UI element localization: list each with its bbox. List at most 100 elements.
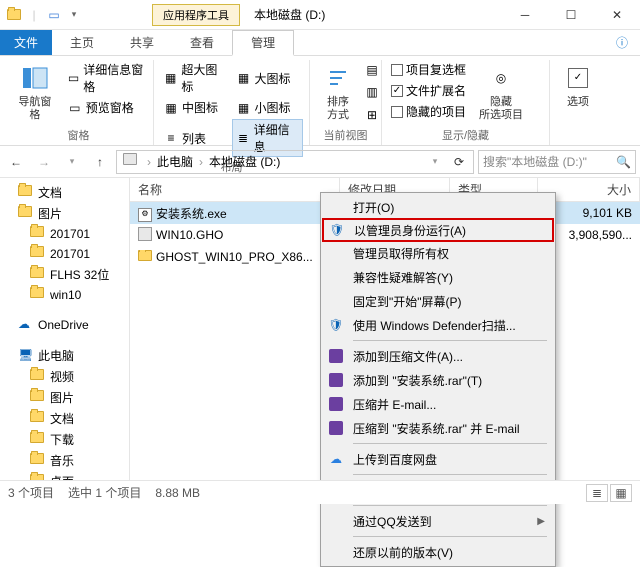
file-icon: ⚙ xyxy=(138,205,152,222)
menu-item-icon xyxy=(327,512,345,530)
tab-file[interactable]: 文件 xyxy=(0,30,52,55)
menu-item[interactable]: 管理员取得所有权 xyxy=(323,241,553,265)
addr-dd-icon[interactable]: ▾ xyxy=(423,150,447,174)
menu-item[interactable]: 压缩到 "安装系统.rar" 并 E-mail xyxy=(323,416,553,440)
fit-icon[interactable]: ⊞ xyxy=(364,107,380,123)
file-icon xyxy=(138,250,152,264)
folder-icon xyxy=(30,246,46,262)
window-title: 本地磁盘 (D:) xyxy=(254,6,325,23)
context-tab[interactable]: 应用程序工具 xyxy=(152,4,240,26)
folder-icon xyxy=(30,369,46,385)
qat-props-icon[interactable]: ▭ xyxy=(46,7,62,23)
menu-item-icon xyxy=(327,419,345,437)
forward-button[interactable]: → xyxy=(32,150,56,174)
group-showhide: 显示/隐藏 xyxy=(388,125,543,145)
tree-onedrive[interactable]: ☁OneDrive xyxy=(0,315,129,335)
group-currentview: 当前视图 xyxy=(316,125,375,145)
tree-item[interactable]: FLHS 32位 xyxy=(0,264,129,285)
menu-item[interactable]: 🛡使用 Windows Defender扫描... xyxy=(323,313,553,337)
tree-item[interactable]: 201701 xyxy=(0,244,129,264)
layout-xl-icons[interactable]: ▦超大图标 xyxy=(160,60,231,96)
titlebar: | ▭ ▾ 应用程序工具 本地磁盘 (D:) ─ ☐ ✕ xyxy=(0,0,640,30)
menu-item[interactable]: 添加到压缩文件(A)... xyxy=(323,344,553,368)
menu-separator xyxy=(353,505,547,506)
menu-item-icon: ☁ xyxy=(327,450,345,468)
tree-item[interactable]: 图片 xyxy=(0,203,129,224)
menu-item[interactable]: 打开(O) xyxy=(323,195,553,219)
pc-icon: 🖥 xyxy=(18,348,34,364)
cols-icon[interactable]: ▥ xyxy=(364,84,380,100)
preview-pane-option[interactable]: ▭预览窗格 xyxy=(64,98,147,117)
tab-view[interactable]: 查看 xyxy=(172,30,232,55)
back-button[interactable]: ← xyxy=(4,150,28,174)
menu-item[interactable]: 添加到 "安装系统.rar"(T) xyxy=(323,368,553,392)
tree-item[interactable]: 视频 xyxy=(0,366,129,387)
chk-extensions[interactable]: ✓文件扩展名 xyxy=(388,81,469,100)
nav-tree[interactable]: 文档图片201701201701FLHS 32位win10☁OneDrive🖥此… xyxy=(0,178,130,488)
options-button[interactable]: ✓ 选项 xyxy=(556,60,600,141)
menu-item[interactable]: ☁上传到百度网盘 xyxy=(323,447,553,471)
layout-s-icons[interactable]: ▦小图标 xyxy=(233,98,304,117)
minimize-button[interactable]: ─ xyxy=(502,0,548,30)
view-details-icon[interactable]: ≣ xyxy=(586,484,608,502)
menu-item-icon xyxy=(327,244,345,262)
tree-item[interactable]: 文档 xyxy=(0,182,129,203)
menu-item[interactable]: 固定到"开始"屏幕(P) xyxy=(323,289,553,313)
crumb-pc[interactable]: 此电脑 xyxy=(153,153,197,170)
menu-item-icon xyxy=(327,268,345,286)
folder-icon xyxy=(30,390,46,406)
chevron-right-icon[interactable]: › xyxy=(197,155,205,169)
group-icon[interactable]: ▤ xyxy=(364,62,380,78)
menu-item[interactable]: 🛡以管理员身份运行(A) xyxy=(322,218,554,242)
detail-pane-option[interactable]: ▭详细信息窗格 xyxy=(64,60,147,96)
maximize-button[interactable]: ☐ xyxy=(548,0,594,30)
folder-icon xyxy=(18,185,34,201)
layout-m-icons[interactable]: ▦中图标 xyxy=(160,98,231,117)
tab-manage[interactable]: 管理 xyxy=(232,30,294,56)
menu-separator xyxy=(353,340,547,341)
close-button[interactable]: ✕ xyxy=(594,0,640,30)
ribbon-help-icon[interactable]: ⓘ xyxy=(604,30,640,55)
view-large-icon[interactable]: ▦ xyxy=(610,484,632,502)
tab-share[interactable]: 共享 xyxy=(112,30,172,55)
folder-icon xyxy=(30,226,46,242)
menu-item-icon xyxy=(327,292,345,310)
chevron-right-icon[interactable]: › xyxy=(145,155,153,169)
options-icon: ✓ xyxy=(562,62,594,94)
nav-pane-button[interactable]: 导航窗格 xyxy=(10,60,60,125)
qat-dd-icon[interactable]: ▾ xyxy=(66,7,82,23)
group-panes: 窗格 xyxy=(10,125,147,145)
search-input[interactable]: 搜索"本地磁盘 (D:)"🔍 xyxy=(478,150,636,174)
tree-item[interactable]: 201701 xyxy=(0,224,129,244)
crumb-loc[interactable]: 本地磁盘 (D:) xyxy=(205,153,284,170)
hide-sel-button[interactable]: ◎ 隐藏 所选项目 xyxy=(473,60,529,125)
tree-pc[interactable]: 🖥此电脑 xyxy=(0,345,129,366)
menu-item[interactable]: 兼容性疑难解答(Y) xyxy=(323,265,553,289)
recent-dd-icon[interactable]: ▾ xyxy=(60,150,84,174)
col-name[interactable]: 名称 xyxy=(130,178,340,201)
layout-l-icons[interactable]: ▦大图标 xyxy=(233,60,304,96)
tree-item[interactable]: 图片 xyxy=(0,387,129,408)
search-icon: 🔍 xyxy=(616,155,631,169)
chk-hidden[interactable]: 隐藏的项目 xyxy=(388,102,469,121)
status-sel: 选中 1 个项目 xyxy=(68,484,141,501)
sort-button[interactable]: 排序方式 xyxy=(316,60,360,125)
chk-checkboxes[interactable]: 项目复选框 xyxy=(388,60,469,79)
menu-item-icon: 🛡 xyxy=(328,221,346,239)
tree-item[interactable]: 音乐 xyxy=(0,450,129,471)
folder-icon xyxy=(18,206,34,222)
breadcrumb[interactable]: › 此电脑 › 本地磁盘 (D:) ▾ ⟳ xyxy=(116,150,474,174)
submenu-arrow-icon: ▶ xyxy=(537,516,545,527)
tree-item[interactable]: 文档 xyxy=(0,408,129,429)
tab-home[interactable]: 主页 xyxy=(52,30,112,55)
tree-item[interactable]: 下载 xyxy=(0,429,129,450)
tree-item[interactable]: win10 xyxy=(0,285,129,305)
menu-item[interactable]: 压缩并 E-mail... xyxy=(323,392,553,416)
menu-item-icon: 🛡 xyxy=(327,316,345,334)
folder-icon xyxy=(30,453,46,469)
menu-item[interactable]: 还原以前的版本(V) xyxy=(323,540,553,564)
address-bar: ← → ▾ ↑ › 此电脑 › 本地磁盘 (D:) ▾ ⟳ 搜索"本地磁盘 (D… xyxy=(0,146,640,178)
refresh-button[interactable]: ⟳ xyxy=(447,150,471,174)
up-button[interactable]: ↑ xyxy=(88,150,112,174)
menu-item[interactable]: 通过QQ发送到▶ xyxy=(323,509,553,533)
